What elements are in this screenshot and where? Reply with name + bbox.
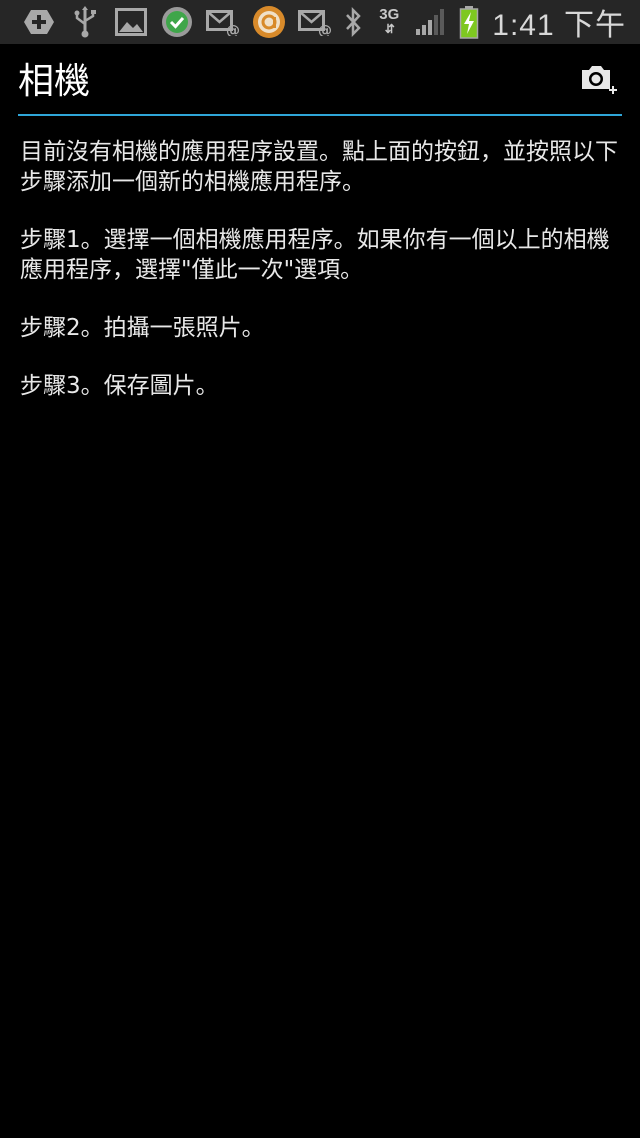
network-activity-arrows: ⇵ — [384, 22, 395, 36]
action-bar: 相機 — [0, 44, 640, 116]
orange-circle-app-icon — [252, 5, 286, 39]
step-2-paragraph: 步驟2。拍攝一張照片。 — [20, 315, 265, 341]
image-icon — [114, 5, 148, 39]
add-camera-icon — [579, 61, 619, 101]
add-circle-icon — [22, 5, 56, 39]
add-camera-button[interactable] — [576, 58, 622, 104]
bluetooth-icon — [342, 5, 364, 39]
status-clock: 1:41 下午 — [492, 9, 626, 42]
step-1-paragraph: 步驟1。選擇一個相機應用程序。如果你有一個以上的相機應用程序，選擇"僅此一次"選… — [20, 227, 610, 283]
page-title: 相機 — [18, 61, 91, 102]
intro-paragraph: 目前沒有相機的應用程序設置。點上面的按鈕，並按照以下步驟添加一個新的相機應用程序… — [20, 139, 618, 195]
check-circle-icon — [160, 5, 194, 39]
svg-text:@: @ — [318, 23, 332, 36]
signal-icon — [414, 5, 446, 39]
step-3-paragraph: 步驟3。保存圖片。 — [20, 373, 219, 399]
email-icon: @ — [298, 5, 332, 39]
notification-icons: @ @ — [0, 5, 332, 39]
battery-charging-icon — [458, 5, 480, 39]
instructions: 目前沒有相機的應用程序設置。點上面的按鈕，並按照以下步驟添加一個新的相機應用程序… — [20, 137, 620, 429]
status-bar: @ @ 3G ⇵ 1:41 下午 — [0, 0, 640, 44]
title-divider — [18, 114, 622, 116]
svg-text:@: @ — [226, 23, 240, 36]
email-icon: @ — [206, 5, 240, 39]
usb-icon — [68, 5, 102, 39]
system-status: 3G ⇵ 1:41 下午 — [342, 0, 626, 44]
network-type-indicator: 3G ⇵ — [376, 6, 402, 36]
network-type-label: 3G — [379, 6, 400, 23]
